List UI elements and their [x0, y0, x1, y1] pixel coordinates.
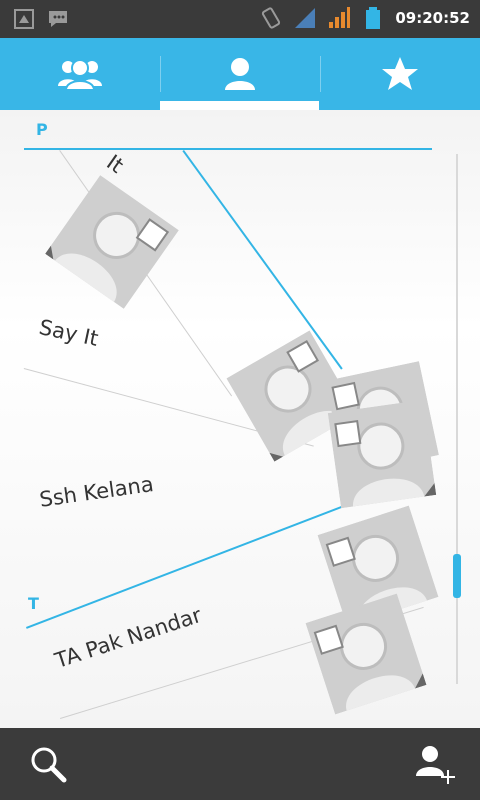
search-icon: [31, 747, 67, 783]
contact-name[interactable]: Say It: [37, 315, 100, 351]
signal-1-icon: [295, 8, 316, 28]
section-header-letter: P: [36, 120, 48, 139]
clock: 09:20:52: [395, 9, 470, 27]
selected-tab-indicator: [160, 101, 319, 110]
section-divider: [24, 148, 432, 150]
contact-name[interactable]: TA Pak Nandar: [52, 603, 204, 673]
add-contact-icon: [416, 746, 455, 784]
contact-avatar[interactable]: [327, 399, 437, 509]
battery-icon: [366, 7, 381, 29]
contact-list[interactable]: P It Say It Ssh Kelana TA Pak Nandar T: [0, 110, 480, 728]
contact-avatar[interactable]: [45, 175, 179, 309]
contact-name[interactable]: It: [102, 150, 128, 178]
person-icon: [225, 58, 255, 90]
section-divider: [182, 150, 343, 370]
scrollbar-track[interactable]: [456, 154, 458, 684]
search-button[interactable]: [24, 740, 72, 788]
tab-bar: [0, 38, 480, 110]
signal-2-icon: [329, 7, 351, 28]
add-contact-button[interactable]: [410, 740, 458, 788]
groups-icon: [58, 59, 102, 91]
section-header-letter: T: [28, 594, 39, 613]
messenger-icon: [49, 11, 67, 27]
vibrate-icon: [262, 7, 281, 29]
tab-groups[interactable]: [0, 38, 160, 110]
status-bar: 09:20:52: [0, 0, 480, 38]
fast-scroll-thumb[interactable]: [453, 554, 461, 598]
usb-icon: [14, 9, 34, 29]
bottom-action-bar: [0, 728, 480, 800]
tab-favorites[interactable]: [320, 38, 480, 110]
tab-contacts[interactable]: [160, 38, 320, 110]
contact-name[interactable]: Ssh Kelana: [38, 472, 155, 512]
star-icon: [382, 57, 418, 90]
